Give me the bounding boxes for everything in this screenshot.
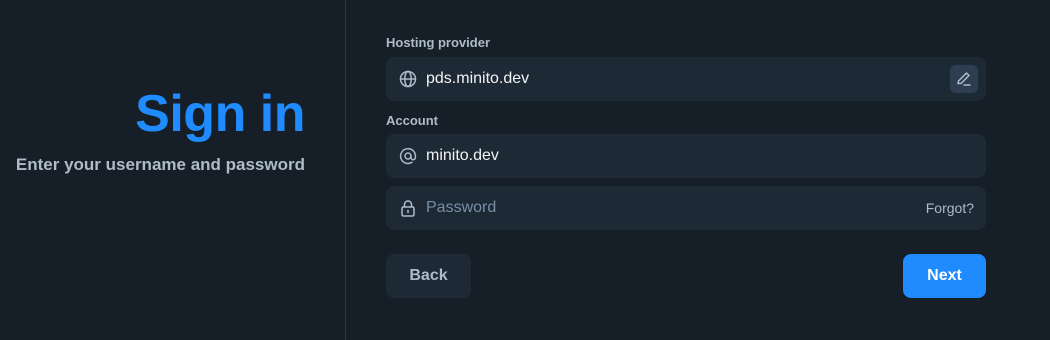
account-label: Account <box>386 113 438 128</box>
at-icon <box>398 146 418 166</box>
forgot-password-link[interactable]: Forgot? <box>926 186 974 230</box>
intro-panel: Sign in Enter your username and password <box>0 0 345 340</box>
page-title: Sign in <box>135 85 305 143</box>
hosting-provider-value: pds.minito.dev <box>426 70 530 87</box>
edit-hosting-button[interactable] <box>950 65 978 93</box>
password-placeholder: Password <box>426 199 497 216</box>
hosting-provider-label: Hosting provider <box>386 35 491 50</box>
globe-icon <box>398 69 418 89</box>
sign-in-screen: Sign in Enter your username and password… <box>0 0 1050 340</box>
username-value: minito.dev <box>426 147 499 164</box>
lock-icon <box>398 198 418 218</box>
page-subtitle: Enter your username and password <box>15 155 305 174</box>
hosting-provider-field[interactable]: pds.minito.dev <box>386 57 986 101</box>
pencil-icon <box>957 72 971 86</box>
back-button[interactable]: Back <box>386 254 471 298</box>
next-button[interactable]: Next <box>903 254 986 298</box>
password-field[interactable]: Password Forgot? <box>386 186 986 230</box>
sign-in-form: Hosting provider pds.minito.dev Account <box>386 0 986 340</box>
panel-divider <box>345 0 346 340</box>
username-field[interactable]: minito.dev <box>386 134 986 178</box>
